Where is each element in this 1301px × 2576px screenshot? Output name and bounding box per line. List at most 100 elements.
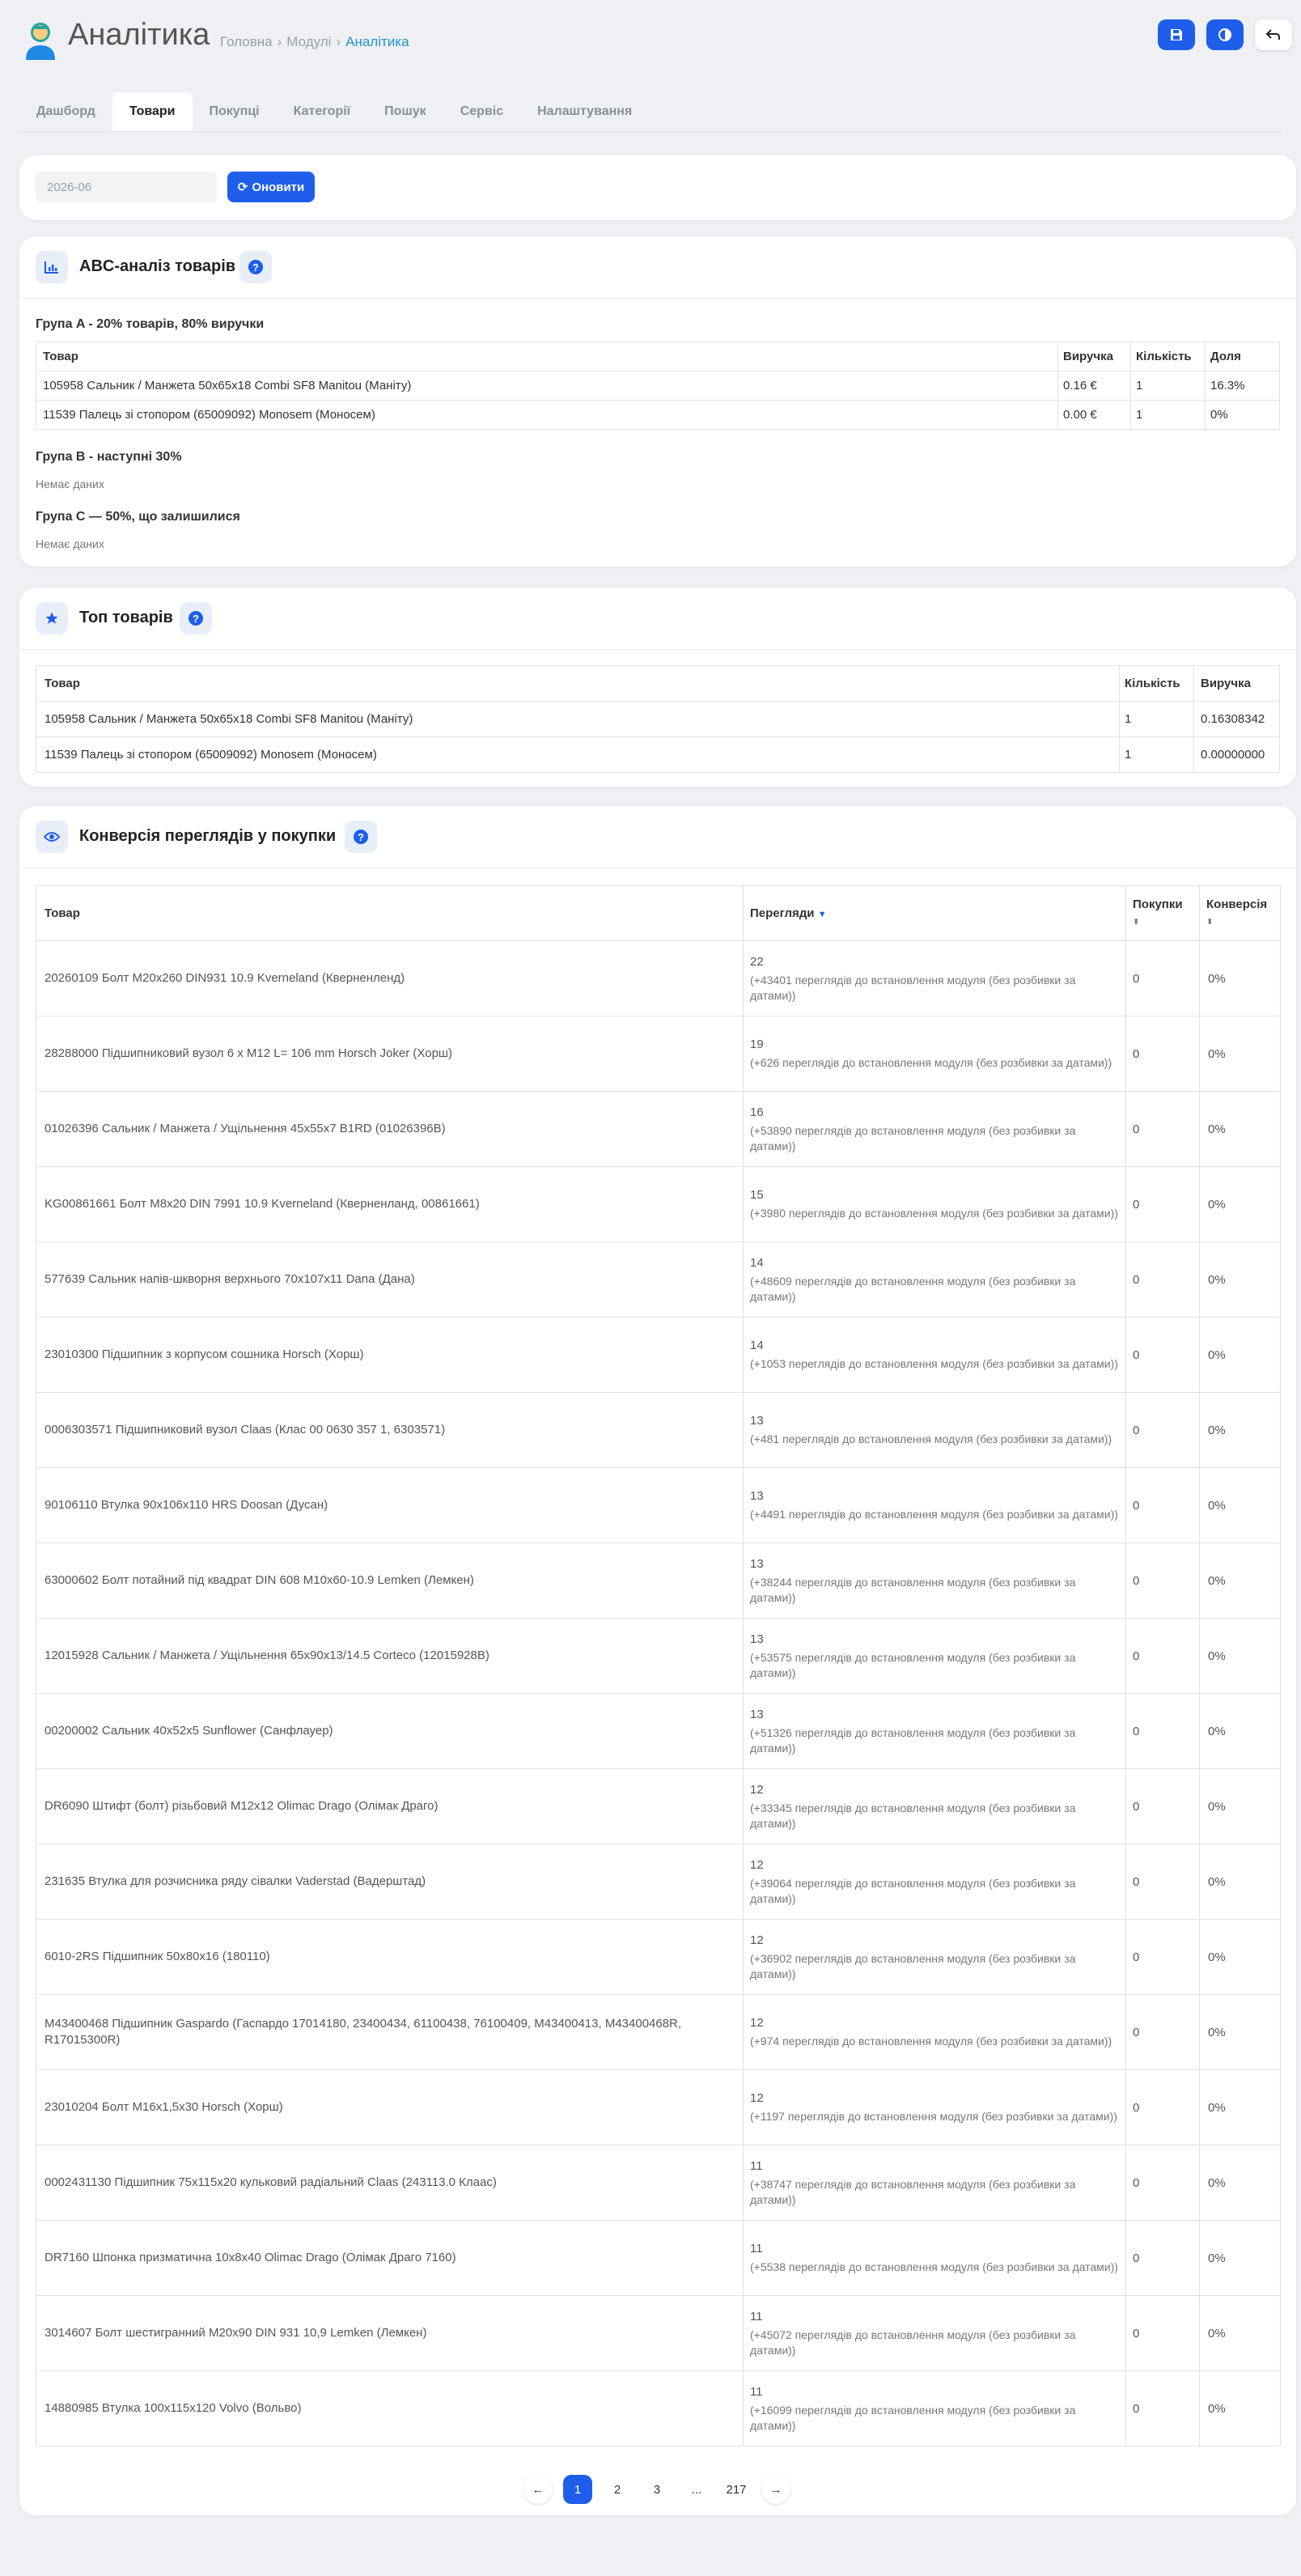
cell-product: DR6090 Штифт (болт) різьбовий M12x12 Oli…: [36, 1768, 744, 1844]
tab-dashboard[interactable]: Дашборд: [19, 92, 112, 131]
cell-views: 11 (+5538 переглядів до встановлення моду…: [743, 2220, 1126, 2296]
cell-product: 12015928 Сальник / Манжета / Ущільнення …: [36, 1618, 744, 1694]
bar-chart-icon: [36, 251, 68, 283]
cell-product: 6010-2RS Підшипник 50x80x16 (180110): [36, 1919, 744, 1995]
cell-quantity: 1: [1130, 400, 1206, 430]
refresh-button[interactable]: ⟳ Оновити: [227, 172, 315, 202]
group-c-empty: Немає даних: [36, 537, 104, 550]
views-note: (+36902 переглядів до встановлення модул…: [750, 1951, 1076, 1980]
views-note: (+1197 переглядів до встановлення модуля…: [750, 2110, 1117, 2123]
tab-service[interactable]: Сервіс: [443, 92, 520, 131]
cell-revenue: 0.00000000: [1193, 736, 1280, 773]
cell-conversion: 0%: [1199, 1768, 1281, 1844]
header-conversion-sort[interactable]: Конверсія ⬍: [1199, 885, 1281, 941]
month-input[interactable]: [36, 172, 217, 202]
breadcrumb-home[interactable]: Головна: [220, 34, 273, 49]
back-button[interactable]: [1255, 19, 1292, 50]
cell-product: 01026396 Сальник / Манжета / Ущільнення …: [36, 1091, 744, 1167]
cell-quantity: 1: [1130, 371, 1206, 401]
views-count: 12: [750, 1933, 764, 1947]
views-note: (+4491 переглядів до встановлення модуля…: [750, 1508, 1118, 1521]
views-note: (+45072 переглядів до встановлення модул…: [750, 2328, 1076, 2357]
cell-product: 14880985 Втулка 100x115x120 Volvo (Вольв…: [36, 2370, 744, 2447]
views-note: (+53575 переглядів до встановлення модул…: [750, 1650, 1076, 1679]
tab-settings[interactable]: Налаштування: [520, 92, 649, 131]
abc-help-button[interactable]: ?: [239, 251, 272, 283]
table-row: 00200002 Сальник 40x52x5 Sunflower (Санф…: [36, 1693, 1281, 1769]
cell-purchases: 0: [1125, 1693, 1200, 1769]
conversion-card: Конверсія переглядів у покупки ? Товар П…: [19, 806, 1296, 2515]
views-count: 12: [750, 2091, 764, 2105]
tab-products[interactable]: Товари: [112, 92, 193, 131]
tab-categories[interactable]: Категорії: [277, 92, 368, 131]
cell-conversion: 0%: [1199, 1091, 1281, 1167]
page-button-3[interactable]: 3: [642, 2475, 672, 2504]
page-ellipsis: ...: [691, 2482, 702, 2497]
cell-product: 00200002 Сальник 40x52x5 Sunflower (Санф…: [36, 1693, 744, 1769]
page-button-1[interactable]: 1: [563, 2475, 592, 2504]
cell-conversion: 0%: [1199, 2145, 1281, 2221]
top-help-button[interactable]: ?: [180, 602, 212, 634]
header-quantity: Кількість: [1119, 665, 1194, 702]
views-count: 16: [750, 1105, 764, 1119]
prev-page-button[interactable]: ←: [523, 2475, 553, 2504]
refresh-label: Оновити: [252, 180, 305, 194]
page-button-last[interactable]: 217: [722, 2475, 751, 2504]
cell-conversion: 0%: [1199, 1016, 1281, 1092]
views-count: 19: [750, 1038, 764, 1051]
header-purchases-sort[interactable]: Покупки ⬍: [1125, 885, 1200, 941]
views-note: (+51326 переглядів до встановлення модул…: [750, 1725, 1076, 1755]
table-row: 11539 Палець зі стопором (65009092) Mono…: [36, 400, 1280, 430]
cell-views: 12 (+39064 переглядів до встановлення мод…: [743, 1844, 1126, 1920]
cell-revenue: 0.00 €: [1057, 400, 1131, 430]
header-quantity: Кількість: [1130, 342, 1206, 371]
cell-views: 19 (+626 переглядів до встановлення модул…: [743, 1016, 1126, 1092]
cell-product: DR7160 Шпонка призматична 10x8x40 Olimac…: [36, 2220, 744, 2296]
conversion-card-header: Конверсія переглядів у покупки ?: [19, 806, 1296, 868]
table-header-row: Товар Виручка Кількість Доля: [36, 342, 1280, 371]
cell-conversion: 0%: [1199, 1467, 1281, 1543]
breadcrumb-current[interactable]: Аналітика: [345, 34, 409, 49]
cell-quantity: 1: [1119, 701, 1194, 737]
header-revenue: Виручка: [1057, 342, 1131, 371]
table-row: 577639 Сальник напів-шкворня верхнього 7…: [36, 1241, 1281, 1318]
header-revenue: Виручка: [1193, 665, 1280, 702]
cell-purchases: 0: [1125, 1241, 1200, 1318]
cell-purchases: 0: [1125, 1392, 1200, 1468]
abc-analysis-card: ABC-аналіз товарів ? Група A - 20% товар…: [19, 236, 1296, 567]
cell-product: KG00861661 Болт M8x20 DIN 7991 10.9 Kver…: [36, 1166, 744, 1242]
conversion-help-button[interactable]: ?: [345, 821, 377, 853]
group-c-title: Група C — 50%, що залишилися: [36, 510, 240, 524]
cell-conversion: 0%: [1199, 1994, 1281, 2070]
tab-search[interactable]: Пошук: [367, 92, 443, 131]
cell-product: 231635 Втулка для розчисника ряду сівалк…: [36, 1844, 744, 1920]
cell-views: 11 (+45072 переглядів до встановлення мод…: [743, 2295, 1126, 2371]
cell-revenue: 0.16 €: [1057, 371, 1131, 401]
theme-toggle-button[interactable]: [1206, 19, 1244, 50]
cell-product: 23010204 Болт M16x1,5x30 Horsch (Хорш): [36, 2069, 744, 2145]
user-logo-icon: [26, 23, 55, 60]
contrast-icon: [1218, 28, 1231, 41]
cell-purchases: 0: [1125, 2069, 1200, 2145]
views-count: 12: [750, 2016, 764, 2030]
cell-views: 13 (+4491 переглядів до встановлення моду…: [743, 1467, 1126, 1543]
cell-conversion: 0%: [1199, 2370, 1281, 2447]
cell-product: 105958 Сальник / Манжета 50x65x18 Combi …: [36, 701, 1120, 737]
cell-conversion: 0%: [1199, 1618, 1281, 1694]
views-count: 22: [750, 954, 764, 969]
header-views-sort[interactable]: Перегляди ▼: [743, 885, 1126, 941]
cell-product: 20260109 Болт M20x260 DIN931 10.9 Kverne…: [36, 940, 744, 1016]
cell-views: 12 (+33345 переглядів до встановлення мод…: [743, 1768, 1126, 1844]
cell-conversion: 0%: [1199, 1166, 1281, 1242]
cell-product: 105958 Сальник / Манжета 50x65x18 Combi …: [36, 371, 1058, 401]
views-count: 13: [750, 1489, 764, 1503]
save-button[interactable]: [1158, 19, 1195, 50]
tab-customers[interactable]: Покупці: [193, 92, 277, 131]
cell-purchases: 0: [1125, 1091, 1200, 1167]
cell-purchases: 0: [1125, 1768, 1200, 1844]
table-row: DR7160 Шпонка призматична 10x8x40 Olimac…: [36, 2220, 1281, 2296]
next-page-button[interactable]: →: [761, 2475, 790, 2504]
page-button-2[interactable]: 2: [603, 2475, 632, 2504]
breadcrumb-modules[interactable]: Модулі: [286, 34, 331, 49]
cell-conversion: 0%: [1199, 2295, 1281, 2371]
